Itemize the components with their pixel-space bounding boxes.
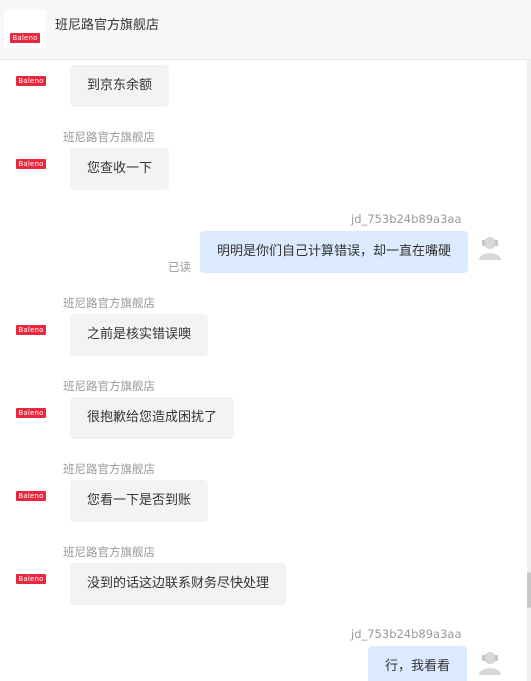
message-bubble: 很抱歉给您造成困扰了 [70,397,235,439]
message-bubble: 您看一下是否到账 [70,480,209,522]
shop-avatar-icon: Baleno [16,574,46,584]
shop-avatar-icon: Baleno [16,76,46,86]
person-icon [479,652,501,675]
message-sender: 班尼路官方旗舰店 [63,130,155,144]
shop-avatar-icon: Baleno [16,408,46,418]
message-sender: 班尼路官方旗舰店 [63,296,155,310]
message-bubble: 到京东余额 [70,65,170,107]
message-sender: 班尼路官方旗舰店 [63,545,155,559]
scrollbar[interactable] [527,60,531,681]
message-bubble: 行，我看看 [368,646,468,681]
message-bubble: 之前是核实错误噢 [70,314,209,356]
shop-title: 班尼路官方旗舰店 [55,18,160,33]
message-bubble: 您查收一下 [70,148,170,190]
message-sender: jd_753b24b89a3aa [351,212,462,226]
message-sender: 班尼路官方旗舰店 [63,462,155,476]
scrollbar-thumb[interactable] [527,572,531,608]
shop-avatar-icon: Baleno [16,325,46,335]
read-status: 已读 [168,260,191,274]
shop-avatar-icon: Baleno [16,491,46,501]
message-bubble: 明明是你们自己计算错误，却一直在嘴硬 [200,231,469,273]
message-bubble: 没到的话这边联系财务尽快处理 [70,563,287,605]
shop-logo: Baleno [4,10,46,48]
shop-avatar-icon: Baleno [16,159,46,169]
person-icon [479,237,501,260]
message-sender: jd_753b24b89a3aa [351,627,462,641]
chat-header: Baleno 班尼路官方旗舰店 [0,0,531,60]
message-sender: 班尼路官方旗舰店 [63,379,155,393]
baleno-logo-icon: Baleno [10,33,40,43]
